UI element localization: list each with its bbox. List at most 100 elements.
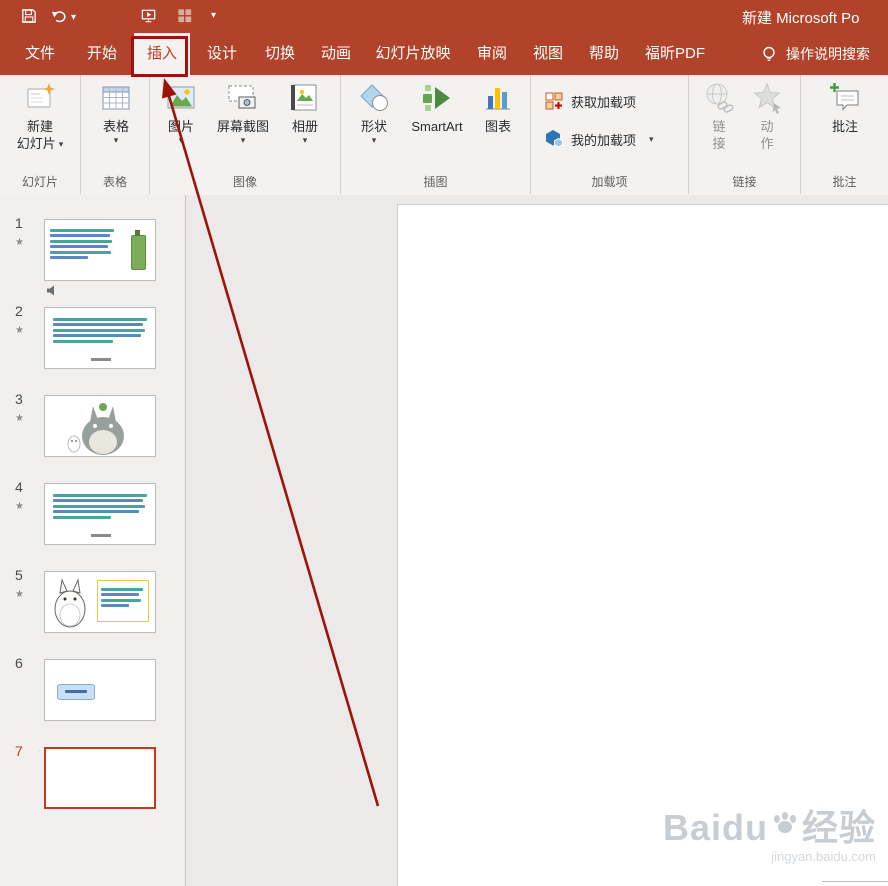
- my-addins-icon: [546, 130, 563, 148]
- shapes-icon: [360, 84, 388, 111]
- watermark-url: jingyan.baidu.com: [771, 849, 876, 864]
- tab-view[interactable]: 视图: [520, 33, 576, 75]
- slide-thumbnail-6[interactable]: [44, 659, 156, 721]
- tab-insert[interactable]: 插入: [134, 33, 190, 75]
- chart-button[interactable]: 图表: [475, 81, 521, 135]
- slide-edge-line: [822, 881, 888, 882]
- group-label: 插图: [423, 175, 448, 189]
- group-tables: 表格 ▾ 表格: [81, 75, 150, 194]
- group-illustrations: 形状 ▾ SmartArt 图表 插图: [341, 75, 531, 194]
- undo-dropdown-icon[interactable]: ▾: [71, 13, 76, 23]
- table-button[interactable]: 表格 ▾: [93, 81, 139, 145]
- paw-icon: [773, 812, 796, 833]
- my-addins-button[interactable]: 我的加载项 ▾: [544, 126, 654, 152]
- dropdown-icon: ▾: [113, 135, 119, 145]
- dropdown-icon: ▾: [649, 134, 654, 144]
- animation-star-icon: ★: [15, 237, 24, 248]
- tab-review[interactable]: 审阅: [464, 33, 520, 75]
- action-star-icon: [753, 82, 781, 114]
- bottle-cap: [135, 230, 140, 236]
- table-icon: [102, 86, 130, 110]
- store-icon: [545, 92, 563, 110]
- button-label: 图表: [484, 119, 511, 134]
- link-button[interactable]: 链 接: [699, 81, 739, 152]
- button-label: 相册: [291, 119, 318, 134]
- blue-button-shape: [57, 684, 95, 700]
- tab-design[interactable]: 设计: [194, 33, 250, 75]
- slide-thumbnail-1[interactable]: [44, 219, 156, 281]
- tab-animations[interactable]: 动画: [308, 33, 364, 75]
- button-label: 图片: [167, 119, 194, 134]
- link-globe-icon: [706, 83, 734, 113]
- button-label: 链: [712, 119, 726, 134]
- totoro-outline-image: [54, 578, 86, 628]
- slide-number: 2: [15, 303, 23, 319]
- start-slideshow-icon[interactable]: [140, 7, 158, 25]
- action-button[interactable]: 动 作: [747, 81, 787, 152]
- customize-qat-icon[interactable]: ▾: [211, 11, 216, 21]
- pictures-button[interactable]: 图片 ▾: [158, 81, 204, 145]
- slide-number: 6: [15, 655, 23, 671]
- slide-number: 1: [15, 215, 23, 231]
- group-label: 链接: [732, 175, 757, 189]
- screenshot-button[interactable]: 屏幕截图 ▾: [210, 81, 276, 145]
- button-label: SmartArt: [411, 119, 463, 134]
- button-label: 形状: [360, 119, 387, 134]
- save-icon[interactable]: [20, 7, 38, 25]
- editing-canvas: Baidu 经验 jingyan.baidu.com: [186, 195, 888, 886]
- touch-mode-icon[interactable]: [176, 7, 194, 25]
- lightbulb-icon: [763, 46, 775, 61]
- button-label: 作: [760, 136, 774, 151]
- smartart-button[interactable]: SmartArt: [403, 81, 471, 135]
- thumb-title-line: [91, 534, 111, 537]
- tab-slideshow[interactable]: 幻灯片放映: [364, 33, 462, 75]
- slide-thumbnail-5[interactable]: [44, 571, 156, 633]
- dropdown-icon: ▾: [178, 135, 184, 145]
- slide-thumbnail-4[interactable]: [44, 483, 156, 545]
- thumb-title-line: [91, 358, 111, 361]
- group-addins: 获取加载项 我的加载项 ▾ 加载项: [531, 75, 689, 194]
- audio-icon[interactable]: [47, 285, 58, 296]
- slide-thumbnail-3[interactable]: [44, 395, 156, 457]
- undo-icon[interactable]: [50, 7, 68, 25]
- watermark-suffix: 经验: [801, 807, 876, 848]
- tab-file[interactable]: 文件: [12, 33, 68, 75]
- tab-help[interactable]: 帮助: [576, 33, 632, 75]
- tab-foxit-pdf[interactable]: 福昕PDF: [634, 33, 716, 75]
- slide-thumbnail-7[interactable]: [44, 747, 156, 809]
- photo-album-icon: [291, 84, 317, 111]
- new-slide-button[interactable]: 新建 幻灯片 ▾: [8, 81, 72, 152]
- button-label: 幻灯片: [16, 136, 56, 151]
- titlebar: ▾ ▾ 新建 Microsoft Po: [0, 0, 888, 33]
- button-label: 动: [760, 119, 774, 134]
- comment-icon: [830, 83, 859, 111]
- search-label: 操作说明搜索: [786, 46, 870, 62]
- text-box: [97, 580, 149, 622]
- slide-editing-surface[interactable]: [397, 204, 888, 886]
- dropdown-icon: ▾: [302, 135, 308, 145]
- group-label: 表格: [102, 175, 127, 189]
- powerpoint-window: ▾ ▾ 新建 Microsoft Po 文件 开始 插入 设计 切换 动画 幻灯…: [0, 0, 888, 886]
- shapes-button[interactable]: 形状 ▾: [349, 81, 399, 145]
- get-addins-button[interactable]: 获取加载项: [544, 88, 636, 114]
- comment-button[interactable]: 批注: [823, 81, 867, 135]
- slide-number: 5: [15, 567, 23, 583]
- tell-me-search[interactable]: 操作说明搜索: [760, 33, 870, 75]
- window-title: 新建 Microsoft Po: [742, 10, 860, 27]
- button-label: 我的加载项: [571, 132, 637, 148]
- animation-star-icon: ★: [15, 413, 24, 424]
- button-label: 获取加载项: [571, 94, 637, 110]
- photo-album-button[interactable]: 相册 ▾: [282, 81, 328, 145]
- button-label: 屏幕截图: [216, 119, 269, 134]
- tab-transitions[interactable]: 切换: [252, 33, 308, 75]
- slide-thumbnail-pane: 1 ★ 2 ★ 3 ★ 4 ★ 5 ★ 6 7: [0, 195, 186, 886]
- ribbon: 新建 幻灯片 ▾ 幻灯片 表格 ▾ 表格 图片 ▾ 屏幕截图 ▾ 相册 ▾ 图像…: [0, 75, 888, 196]
- button-label: 新建: [26, 119, 53, 134]
- slide-number: 4: [15, 479, 23, 495]
- dropdown-icon: ▾: [240, 135, 246, 145]
- watermark: Baidu 经验 jingyan.baidu.com: [663, 807, 876, 865]
- tab-home[interactable]: 开始: [74, 33, 130, 75]
- slide-thumbnail-2[interactable]: [44, 307, 156, 369]
- animation-star-icon: ★: [15, 325, 24, 336]
- dropdown-icon: ▾: [371, 135, 377, 145]
